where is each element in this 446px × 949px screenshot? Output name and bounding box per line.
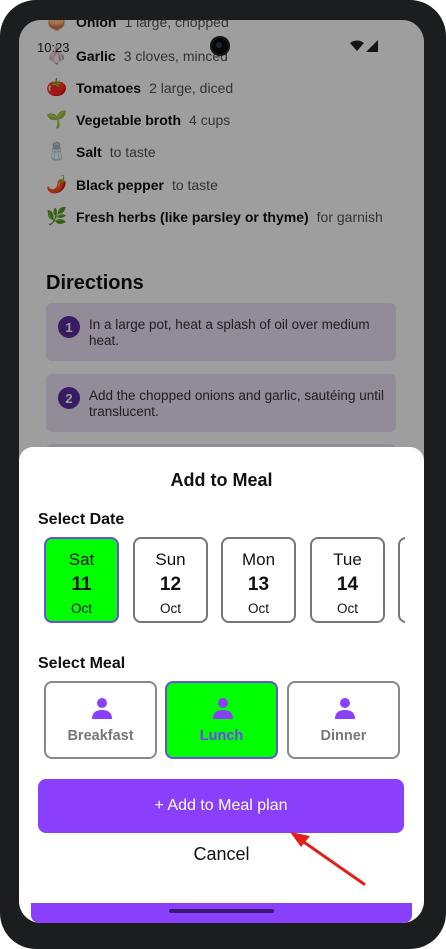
date-month: Oct (247, 601, 269, 616)
meal-option-breakfast[interactable]: Breakfast (44, 681, 157, 759)
underlying-button-peek (31, 903, 412, 923)
meal-label: Lunch (199, 728, 244, 744)
date-picker[interactable]: Sat 11 Oct Sun 12 Oct Mon 13 Oct Tue 14 (19, 537, 405, 629)
person-icon (92, 698, 112, 719)
select-date-label: Select Date (38, 511, 125, 528)
date-option-mon-13[interactable]: Mon 13 Oct (221, 537, 296, 623)
select-meal-label: Select Meal (38, 655, 126, 672)
date-weekday: Tue (333, 550, 362, 569)
date-day: 11 (71, 574, 92, 595)
date-day: 14 (336, 574, 359, 595)
meal-label: Dinner (320, 728, 367, 744)
date-option-sun-12[interactable]: Sun 12 Oct (133, 537, 208, 623)
home-indicator[interactable] (169, 909, 274, 913)
meal-option-lunch[interactable]: Lunch (165, 681, 278, 759)
person-icon (213, 698, 233, 719)
date-option-tue-14[interactable]: Tue 14 Oct (310, 537, 385, 623)
date-month: Oct (336, 601, 358, 616)
person-icon (335, 698, 355, 719)
date-month: Oct (70, 601, 92, 616)
phone-device: 🧅 Onion 1 large, chopped 🧄 Garlic 3 cloves, … (0, 0, 446, 949)
sheet-title: Add to Meal (170, 470, 273, 490)
date-option-sat-11[interactable]: Sat 11 Oct (44, 537, 119, 623)
date-day: 12 (159, 574, 182, 595)
date-option-partial[interactable] (398, 537, 405, 623)
date-weekday: Sun (155, 550, 186, 569)
date-day: 13 (247, 574, 270, 595)
meal-option-dinner[interactable]: Dinner (287, 681, 400, 759)
date-weekday: Sat (68, 550, 95, 569)
date-weekday: Mon (241, 550, 276, 569)
date-month: Oct (159, 601, 181, 616)
meal-label: Breakfast (67, 728, 134, 744)
annotation-arrow-icon (290, 832, 366, 886)
screen: 🧅 Onion 1 large, chopped 🧄 Garlic 3 cloves, … (19, 20, 424, 923)
